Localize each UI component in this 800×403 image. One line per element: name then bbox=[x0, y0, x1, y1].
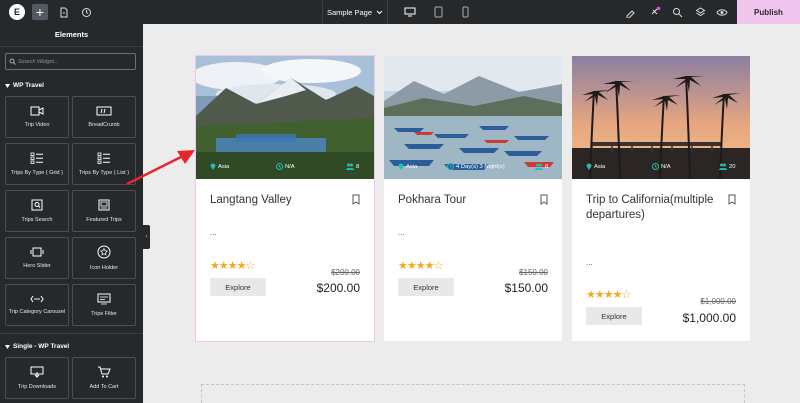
trip-location: Asia bbox=[398, 163, 417, 170]
slider-icon bbox=[30, 247, 44, 257]
publish-button[interactable]: Publish bbox=[737, 0, 800, 24]
search-placeholder: Search Widget... bbox=[18, 58, 59, 65]
widget-trip-category-carousel[interactable]: Trip Category Carousel bbox=[5, 284, 69, 326]
trip-excerpt: ... bbox=[210, 228, 217, 237]
trip-duration: 4 Day(s) 3 Night(s) bbox=[447, 163, 505, 170]
search-icon[interactable] bbox=[669, 4, 685, 20]
trip-card[interactable]: Asia N/A 20 Trip to California(multiple … bbox=[572, 56, 750, 341]
trip-group-size: 20 bbox=[719, 163, 735, 170]
widget-icon-holder[interactable]: Icon Holder bbox=[72, 237, 136, 279]
tablet-view-icon[interactable] bbox=[430, 4, 446, 20]
cart-icon bbox=[98, 366, 111, 378]
price: $150.00 bbox=[504, 281, 548, 295]
filter-icon bbox=[97, 293, 111, 305]
trip-excerpt: ... bbox=[398, 228, 405, 237]
caret-down-icon bbox=[5, 344, 10, 349]
elements-panel: Elements Search Widget... WP Travel Trip… bbox=[0, 24, 143, 403]
featured-icon bbox=[98, 199, 110, 211]
trip-image-mountains[interactable] bbox=[196, 56, 374, 179]
price: $200.00 bbox=[316, 281, 360, 295]
clock-icon bbox=[652, 163, 659, 170]
clock-icon bbox=[447, 163, 454, 170]
divider bbox=[0, 46, 143, 47]
top-toolbar: E + Sample Page Publish bbox=[0, 0, 800, 24]
location-pin-icon bbox=[586, 163, 592, 170]
trip-title[interactable]: Pokhara Tour bbox=[398, 193, 538, 208]
panel-title: Elements bbox=[54, 30, 89, 39]
trip-location: Asia bbox=[210, 163, 229, 170]
trip-title[interactable]: Trip to California(multiple departures) bbox=[586, 193, 726, 223]
location-pin-icon bbox=[210, 163, 216, 170]
red-arrow-annotation bbox=[126, 150, 195, 186]
trip-card[interactable]: Asia 4 Day(s) 3 Night(s) 8 Pokhara Tour … bbox=[384, 56, 562, 341]
widget-search-input[interactable]: Search Widget... bbox=[5, 53, 136, 70]
brush-icon[interactable] bbox=[622, 4, 638, 20]
price: $1,000.00 bbox=[682, 311, 736, 325]
widget-hero-slider[interactable]: Hero Slider bbox=[5, 237, 69, 279]
search-box-icon bbox=[31, 199, 43, 211]
caret-down-icon bbox=[5, 83, 10, 88]
explore-button[interactable]: Explore bbox=[210, 278, 266, 296]
star-rating: ★★★★☆ bbox=[586, 289, 631, 301]
page-name: Sample Page bbox=[326, 7, 373, 17]
layers-icon[interactable] bbox=[692, 4, 708, 20]
notifications-icon[interactable] bbox=[647, 4, 663, 20]
mobile-view-icon[interactable] bbox=[457, 4, 473, 20]
trip-group-size: 8 bbox=[346, 163, 359, 170]
widget-trip-video[interactable]: Trip Video bbox=[5, 96, 69, 138]
section-wp-travel[interactable]: WP Travel bbox=[5, 82, 44, 89]
widget-featured-trips[interactable]: Featured Trips bbox=[72, 190, 136, 232]
desktop-view-icon[interactable] bbox=[402, 4, 418, 20]
preview-eye-icon[interactable] bbox=[714, 4, 730, 20]
trip-image-lake-boats[interactable] bbox=[384, 56, 562, 179]
breadcrumb-icon bbox=[96, 106, 112, 116]
group-icon bbox=[346, 163, 354, 170]
search-icon bbox=[9, 58, 16, 65]
star-rating: ★★★★☆ bbox=[210, 260, 255, 272]
download-icon bbox=[30, 366, 44, 378]
widget-breadcrumb[interactable]: BreadCrumb bbox=[72, 96, 136, 138]
widget-trips-search[interactable]: Trips Search bbox=[5, 190, 69, 232]
chevron-down-icon bbox=[376, 10, 383, 14]
widget-trip-downloads[interactable]: Trip Downloads bbox=[5, 357, 69, 399]
star-rating: ★★★★☆ bbox=[398, 260, 443, 272]
collapse-panel-handle[interactable]: ‹ bbox=[143, 225, 150, 249]
widget-add-to-cart[interactable]: Add To Cart bbox=[72, 357, 136, 399]
empty-section-dropzone[interactable] bbox=[201, 384, 745, 403]
old-price: $150.00 bbox=[519, 268, 548, 277]
trip-duration: N/A bbox=[652, 163, 671, 170]
old-price: $200.00 bbox=[331, 268, 360, 277]
trip-title[interactable]: Langtang Valley bbox=[210, 193, 350, 208]
group-icon bbox=[719, 163, 727, 170]
divider bbox=[0, 333, 143, 334]
location-pin-icon bbox=[398, 163, 404, 170]
grid-list-icon bbox=[30, 152, 43, 164]
explore-button[interactable]: Explore bbox=[398, 278, 454, 296]
elementor-logo-icon[interactable]: E bbox=[9, 4, 25, 20]
section-single-wp-travel[interactable]: Single - WP Travel bbox=[5, 343, 69, 350]
video-icon bbox=[30, 106, 44, 116]
clock-icon bbox=[276, 163, 283, 170]
bookmark-icon[interactable] bbox=[539, 194, 549, 205]
explore-button[interactable]: Explore bbox=[586, 307, 642, 325]
bookmark-icon[interactable] bbox=[351, 194, 361, 205]
history-icon[interactable] bbox=[78, 4, 94, 20]
trip-card[interactable]: Asia N/A 8 Langtang Valley ... ★★★★☆ $20… bbox=[195, 55, 375, 342]
list-icon bbox=[97, 152, 110, 164]
star-icon bbox=[97, 245, 111, 259]
widget-trips-filter[interactable]: Trips Filter bbox=[72, 284, 136, 326]
trip-duration: N/A bbox=[276, 163, 295, 170]
structure-icon[interactable] bbox=[56, 4, 72, 20]
old-price: $1,000.00 bbox=[700, 297, 736, 306]
trip-location: Asia bbox=[586, 163, 605, 170]
trip-excerpt: ... bbox=[586, 258, 593, 267]
trip-image-palm-sunset[interactable] bbox=[572, 56, 750, 179]
widget-trips-by-type-grid[interactable]: Trips By Type ( Grid ) bbox=[5, 143, 69, 185]
carousel-icon bbox=[30, 295, 44, 303]
group-icon bbox=[535, 163, 543, 170]
add-element-button[interactable]: + bbox=[32, 4, 48, 20]
trip-group-size: 8 bbox=[535, 163, 548, 170]
bookmark-icon[interactable] bbox=[727, 194, 737, 205]
page-selector[interactable]: Sample Page bbox=[322, 0, 388, 24]
